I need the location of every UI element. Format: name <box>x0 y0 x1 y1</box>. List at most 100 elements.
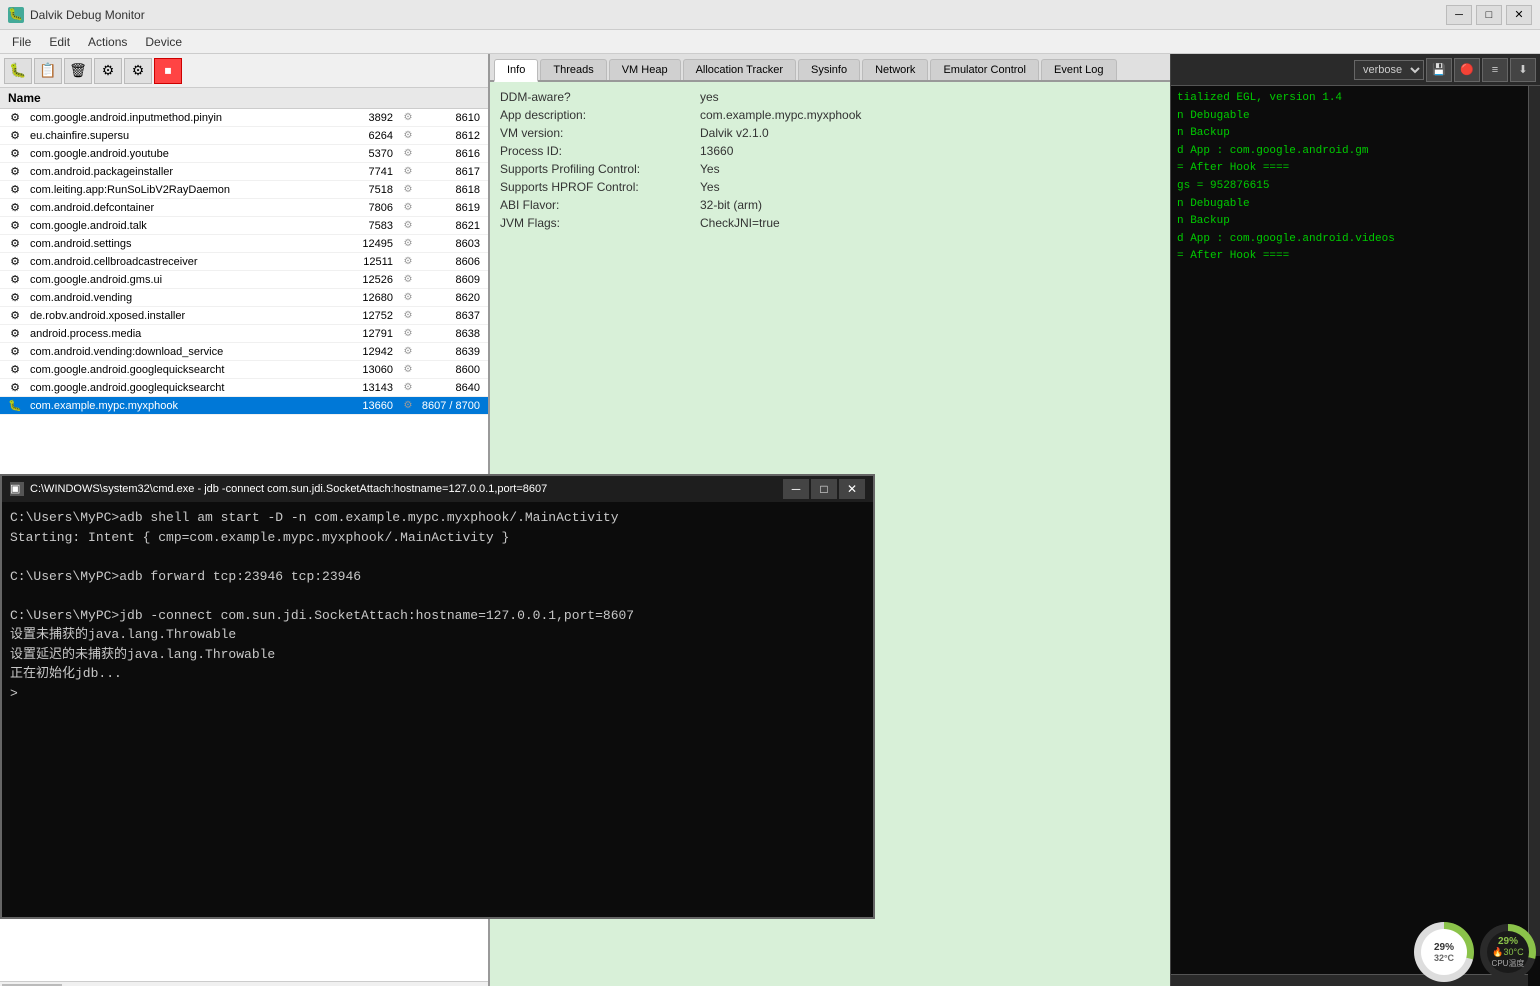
info-label: JVM Flags: <box>500 216 700 230</box>
cpu-usage-circle: 29% 32°C <box>1414 922 1474 982</box>
cmd-close[interactable]: ✕ <box>839 479 865 499</box>
info-label: App description: <box>500 108 700 122</box>
thread-status-icon: ⚙ <box>397 274 419 285</box>
cpu-percent: 29% <box>1434 942 1454 953</box>
thread-status-icon: ⚙ <box>397 220 419 231</box>
log-scroll-button[interactable]: ⬇ <box>1510 58 1536 82</box>
list-row[interactable]: ⚙com.google.android.gms.ui12526⚙8609 <box>0 271 488 289</box>
cmd-controls: ─ □ ✕ <box>783 479 865 499</box>
toolbar-btn-1[interactable]: 🐛 <box>4 58 32 84</box>
process-name: com.google.android.talk <box>26 220 342 232</box>
menu-device[interactable]: Device <box>137 33 190 51</box>
list-row[interactable]: ⚙com.google.android.googlequicksearcht13… <box>0 379 488 397</box>
list-row[interactable]: ⚙com.android.settings12495⚙8603 <box>0 235 488 253</box>
menu-actions[interactable]: Actions <box>80 33 135 51</box>
menu-edit[interactable]: Edit <box>41 33 78 51</box>
process-name: com.leiting.app:RunSoLibV2RayDaemon <box>26 184 342 196</box>
list-row[interactable]: ⚙de.robv.android.xposed.installer12752⚙8… <box>0 307 488 325</box>
log-entry: tialized EGL, version 1.4 <box>1177 90 1534 108</box>
log-panel: verbose debug info warn error 💾 🔴 ≡ ⬇ ti… <box>1170 54 1540 986</box>
thread-icon: ⚙ <box>4 255 26 268</box>
tab-threads[interactable]: Threads <box>540 59 606 80</box>
toolbar-btn-stop[interactable]: ⏹ <box>154 58 182 84</box>
process-port: 8618 <box>419 184 484 196</box>
log-scroll-vertical[interactable] <box>1528 86 1540 956</box>
horizontal-scrollbar[interactable] <box>0 981 488 986</box>
cmd-minimize[interactable]: ─ <box>783 479 809 499</box>
window-controls: ─ □ ✕ <box>1446 5 1532 25</box>
log-content[interactable]: tialized EGL, version 1.4n Debugablen Ba… <box>1171 86 1540 986</box>
tab-event-log[interactable]: Event Log <box>1041 59 1117 80</box>
thread-icon: ⚙ <box>4 129 26 142</box>
thread-icon: ⚙ <box>4 345 26 358</box>
process-pid: 12511 <box>342 256 397 268</box>
process-port: 8640 <box>419 382 484 394</box>
list-row[interactable]: ⚙com.android.vending12680⚙8620 <box>0 289 488 307</box>
process-name: com.android.defcontainer <box>26 202 342 214</box>
tab-network[interactable]: Network <box>862 59 928 80</box>
app-icon: 🐛 <box>8 7 24 23</box>
list-row[interactable]: ⚙com.google.android.talk7583⚙8621 <box>0 217 488 235</box>
list-row[interactable]: ⚙eu.chainfire.supersu6264⚙8612 <box>0 127 488 145</box>
log-entry: n Backup <box>1177 125 1534 143</box>
thread-status-icon: ⚙ <box>397 256 419 267</box>
thread-icon: ⚙ <box>4 219 26 232</box>
thread-icon: ⚙ <box>4 201 26 214</box>
thread-icon: ⚙ <box>4 363 26 376</box>
process-name: com.google.android.googlequicksearcht <box>26 364 342 376</box>
process-pid: 13660 <box>342 400 397 412</box>
menu-file[interactable]: File <box>4 33 39 51</box>
tab-emulator-control[interactable]: Emulator Control <box>930 59 1039 80</box>
toolbar-btn-4[interactable]: ⚙ <box>94 58 122 84</box>
cmd-content[interactable]: C:\Users\MyPC>adb shell am start -D -n c… <box>2 502 873 917</box>
log-filter-select[interactable]: verbose debug info warn error <box>1354 60 1424 80</box>
list-row[interactable]: ⚙com.android.cellbroadcastreceiver12511⚙… <box>0 253 488 271</box>
tab-allocation-tracker[interactable]: Allocation Tracker <box>683 59 796 80</box>
log-entry: n Debugable <box>1177 108 1534 126</box>
log-entry: gs = 952876615 <box>1177 178 1534 196</box>
list-row[interactable]: ⚙com.android.defcontainer7806⚙8619 <box>0 199 488 217</box>
minimize-button[interactable]: ─ <box>1446 5 1472 25</box>
menu-bar: File Edit Actions Device <box>0 30 1540 54</box>
maximize-button[interactable]: □ <box>1476 5 1502 25</box>
log-layout-button[interactable]: ≡ <box>1482 58 1508 82</box>
thread-icon: ⚙ <box>4 309 26 322</box>
cpu-temp-title: CPU温度 <box>1492 958 1525 969</box>
cmd-title: C:\WINDOWS\system32\cmd.exe - jdb -conne… <box>30 483 547 495</box>
list-row[interactable]: ⚙android.process.media12791⚙8638 <box>0 325 488 343</box>
log-clear-button[interactable]: 🔴 <box>1454 58 1480 82</box>
close-button[interactable]: ✕ <box>1506 5 1532 25</box>
thread-icon: ⚙ <box>4 291 26 304</box>
process-pid: 12495 <box>342 238 397 250</box>
tab-vm-heap[interactable]: VM Heap <box>609 59 681 80</box>
info-label: VM version: <box>500 126 700 140</box>
name-column-header: Name <box>8 91 41 105</box>
log-entry: = After Hook ==== <box>1177 160 1534 178</box>
cmd-maximize[interactable]: □ <box>811 479 837 499</box>
toolbar-btn-3[interactable]: 🗑 <box>64 58 92 84</box>
thread-icon: ⚙ <box>4 147 26 160</box>
list-row[interactable]: ⚙com.google.android.googlequicksearcht13… <box>0 361 488 379</box>
list-row[interactable]: ⚙com.leiting.app:RunSoLibV2RayDaemon7518… <box>0 181 488 199</box>
process-name: com.google.android.googlequicksearcht <box>26 382 342 394</box>
list-row[interactable]: ⚙com.google.android.youtube5370⚙8616 <box>0 145 488 163</box>
list-row[interactable]: ⚙com.android.packageinstaller7741⚙8617 <box>0 163 488 181</box>
thread-icon: ⚙ <box>4 327 26 340</box>
process-name: com.android.settings <box>26 238 342 250</box>
process-port: 8616 <box>419 148 484 160</box>
toolbar-btn-5[interactable]: ⚙ <box>124 58 152 84</box>
process-port: 8603 <box>419 238 484 250</box>
list-row[interactable]: ⚙com.android.vending:download_service129… <box>0 343 488 361</box>
log-save-button[interactable]: 💾 <box>1426 58 1452 82</box>
toolbar-btn-2[interactable]: 📋 <box>34 58 62 84</box>
tab-sysinfo[interactable]: Sysinfo <box>798 59 860 80</box>
process-pid: 12942 <box>342 346 397 358</box>
process-port: 8612 <box>419 130 484 142</box>
process-name: android.process.media <box>26 328 342 340</box>
app-title: Dalvik Debug Monitor <box>30 8 145 22</box>
list-row[interactable]: ⚙com.google.android.inputmethod.pinyin38… <box>0 109 488 127</box>
process-port: 8621 <box>419 220 484 232</box>
process-pid: 13143 <box>342 382 397 394</box>
list-row[interactable]: 🐛com.example.mypc.myxphook13660⚙8607 / 8… <box>0 397 488 415</box>
tab-info[interactable]: Info <box>494 59 538 82</box>
